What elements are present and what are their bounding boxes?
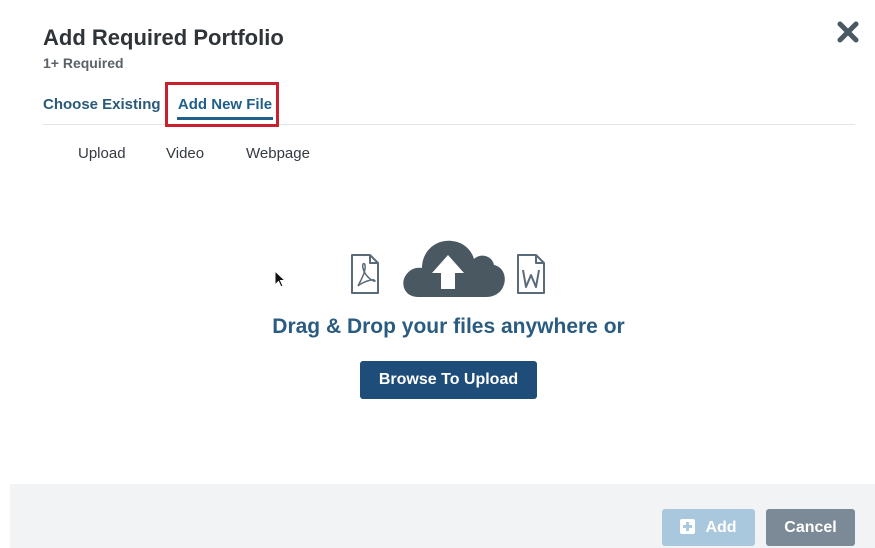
subtab-webpage[interactable]: Webpage	[246, 144, 310, 164]
add-button[interactable]: Add	[662, 509, 755, 546]
subtab-video[interactable]: Video	[166, 144, 204, 164]
tab-add-new-file-label: Add New File	[177, 96, 273, 113]
tab-add-new-file[interactable]: Add New File	[177, 88, 273, 122]
tab-bar: Choose Existing Add New File	[43, 88, 855, 125]
subtab-upload[interactable]: Upload	[78, 144, 126, 164]
tab-choose-existing[interactable]: Choose Existing	[43, 88, 161, 122]
browse-to-upload-button[interactable]: Browse To Upload	[360, 361, 537, 399]
mouse-cursor-icon	[274, 269, 287, 295]
cancel-button[interactable]: Cancel	[766, 509, 855, 546]
word-file-icon	[517, 254, 545, 294]
pdf-file-icon	[351, 254, 379, 294]
upload-type-tabs: Upload Video Webpage	[0, 144, 875, 164]
add-portfolio-modal: Add Required Portfolio 1+ Required Choos…	[0, 0, 875, 548]
close-icon[interactable]	[834, 18, 862, 46]
dropzone-message: Drag & Drop your files anywhere or	[272, 315, 625, 338]
cloud-upload-icon	[403, 240, 505, 297]
add-button-label: Add	[705, 519, 737, 536]
dropzone-illustration	[340, 215, 560, 305]
modal-subtitle: 1+ Required	[43, 55, 124, 71]
modal-title: Add Required Portfolio	[43, 25, 284, 50]
plus-square-icon	[680, 519, 696, 534]
active-tab-underline	[177, 117, 273, 120]
modal-footer: Add Cancel	[10, 484, 875, 548]
